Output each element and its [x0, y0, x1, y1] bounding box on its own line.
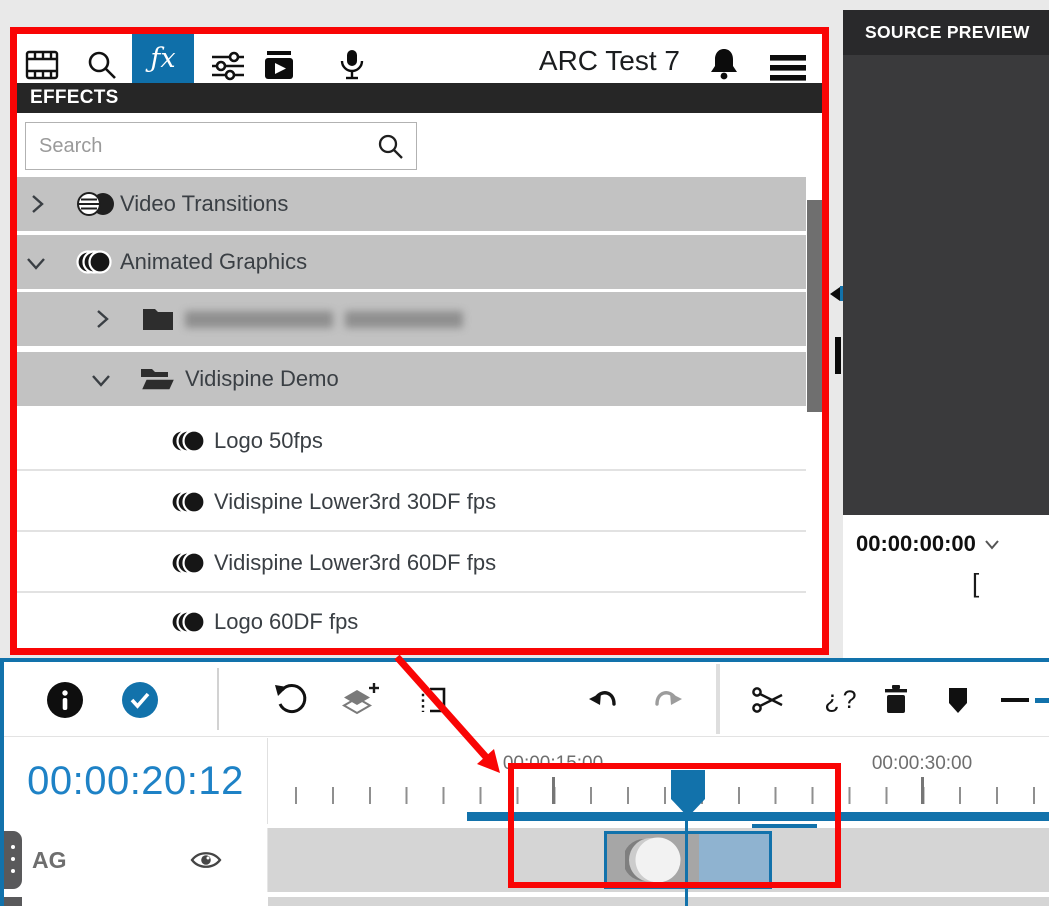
tree-item-label: Vidispine Demo [185, 352, 339, 406]
redo-button[interactable] [646, 678, 690, 722]
tree-item-label: Logo 50fps [214, 412, 323, 469]
effects-search-box [25, 122, 417, 170]
animated-graphics-icon [75, 248, 117, 276]
search-input[interactable] [26, 134, 377, 159]
track-lane-next[interactable] [268, 897, 1049, 906]
timeline-clip-animated-graphic[interactable] [604, 831, 772, 889]
insert-gap-icon[interactable] [411, 678, 455, 722]
timeline-current-timecode[interactable]: 00:00:20:12 [4, 738, 268, 824]
toolbar-bottom-border [4, 736, 1049, 737]
tree-item-label: Vidispine Lower3rd 60DF fps [214, 534, 496, 591]
export-media-icon[interactable] [257, 43, 301, 87]
toolbar-divider [217, 668, 219, 730]
mark-in-button[interactable]: [ [972, 568, 979, 599]
folder-open-icon [139, 366, 177, 392]
clip-graphic-icon [625, 835, 681, 885]
delete-button[interactable] [874, 678, 918, 722]
approve-button[interactable] [118, 678, 162, 722]
tree-item-redacted-folder[interactable] [17, 292, 806, 346]
project-title: ARC Test 7 [420, 45, 680, 77]
animated-graphic-icon [169, 427, 211, 455]
major-tick [552, 777, 555, 804]
timecode-dropdown-chevron-icon[interactable] [984, 539, 1000, 550]
animated-graphic-icon [169, 608, 211, 636]
track-drag-handle-next[interactable] [4, 897, 22, 906]
search-field-icon[interactable] [377, 133, 404, 160]
tree-item-vidispine-demo[interactable]: Vidispine Demo [17, 352, 806, 406]
source-preview-viewport [843, 10, 1049, 515]
notifications-bell-icon[interactable] [702, 42, 746, 86]
tree-item-animated-graphics[interactable]: Animated Graphics [17, 235, 806, 289]
track-name: AG [32, 828, 67, 892]
tree-item-label: Animated Graphics [120, 235, 307, 289]
collapse-panel-arrow-icon[interactable] [830, 287, 840, 301]
source-preview-timecode[interactable]: 00:00:00:00 [856, 531, 976, 557]
microphone-icon[interactable] [330, 43, 374, 87]
effects-panel-title: EFFECTS [17, 83, 826, 113]
unlink-button[interactable]: ¿? [820, 678, 864, 722]
folder-icon [141, 306, 175, 332]
major-tick [921, 777, 924, 804]
fx-icon: ƒx [150, 43, 175, 74]
cut-button[interactable] [746, 678, 790, 722]
chevron-down-icon[interactable] [24, 253, 48, 275]
toolbar-divider [716, 664, 720, 734]
tree-item-label: Logo 60DF fps [214, 595, 358, 648]
timeline-range-bar[interactable] [467, 812, 1049, 821]
chevron-right-icon[interactable] [26, 193, 48, 215]
add-layer-icon[interactable] [338, 678, 382, 722]
animated-graphic-icon [169, 549, 211, 577]
effects-tab-active[interactable]: ƒx [132, 33, 194, 83]
film-strip-icon[interactable] [20, 43, 64, 87]
track-drag-handle[interactable] [4, 831, 22, 889]
reset-rotate-icon[interactable] [268, 678, 312, 722]
tree-item-logo-60df[interactable]: Logo 60DF fps [17, 595, 806, 648]
tree-item-label: Vidispine Lower3rd 30DF fps [214, 473, 496, 530]
zoom-slider[interactable] [1035, 698, 1049, 703]
playhead-marker[interactable] [671, 770, 705, 817]
chevron-right-icon[interactable] [91, 308, 113, 330]
track-visibility-eye-icon[interactable] [190, 848, 222, 872]
playhead-line[interactable] [685, 814, 688, 906]
add-marker-button[interactable] [936, 678, 980, 722]
unlink-glyph: ¿? [824, 686, 859, 715]
tree-item-video-transitions[interactable]: Video Transitions [17, 177, 806, 231]
chevron-down-icon[interactable] [89, 370, 113, 392]
ruler-label-30s: 00:00:30:00 [872, 753, 972, 775]
adjustments-icon[interactable] [206, 43, 250, 87]
effects-scrollbar-thumb[interactable] [807, 200, 826, 412]
search-icon[interactable] [80, 43, 124, 87]
clip-selected-region[interactable] [699, 834, 769, 886]
divider-scrollbar-thumb[interactable] [835, 337, 841, 374]
zoom-out-button[interactable] [1001, 698, 1029, 702]
tree-item-label: Video Transitions [120, 177, 288, 231]
tree-item-logo-50fps[interactable]: Logo 50fps [17, 412, 806, 471]
undo-button[interactable] [581, 678, 625, 722]
tree-item-lower3rd-30df[interactable]: Vidispine Lower3rd 30DF fps [17, 473, 806, 532]
tree-item-lower3rd-60df[interactable]: Vidispine Lower3rd 60DF fps [17, 534, 806, 593]
redacted-text [185, 292, 463, 346]
app-screen: ƒx ARC Test 7 [0, 0, 1049, 906]
animated-graphic-icon [169, 488, 211, 516]
ruler-label-15s: 00:00:15:00 [503, 753, 603, 775]
info-button[interactable] [43, 678, 87, 722]
video-transition-icon [75, 190, 117, 218]
source-preview-title: SOURCE PREVIEW [843, 10, 1049, 55]
